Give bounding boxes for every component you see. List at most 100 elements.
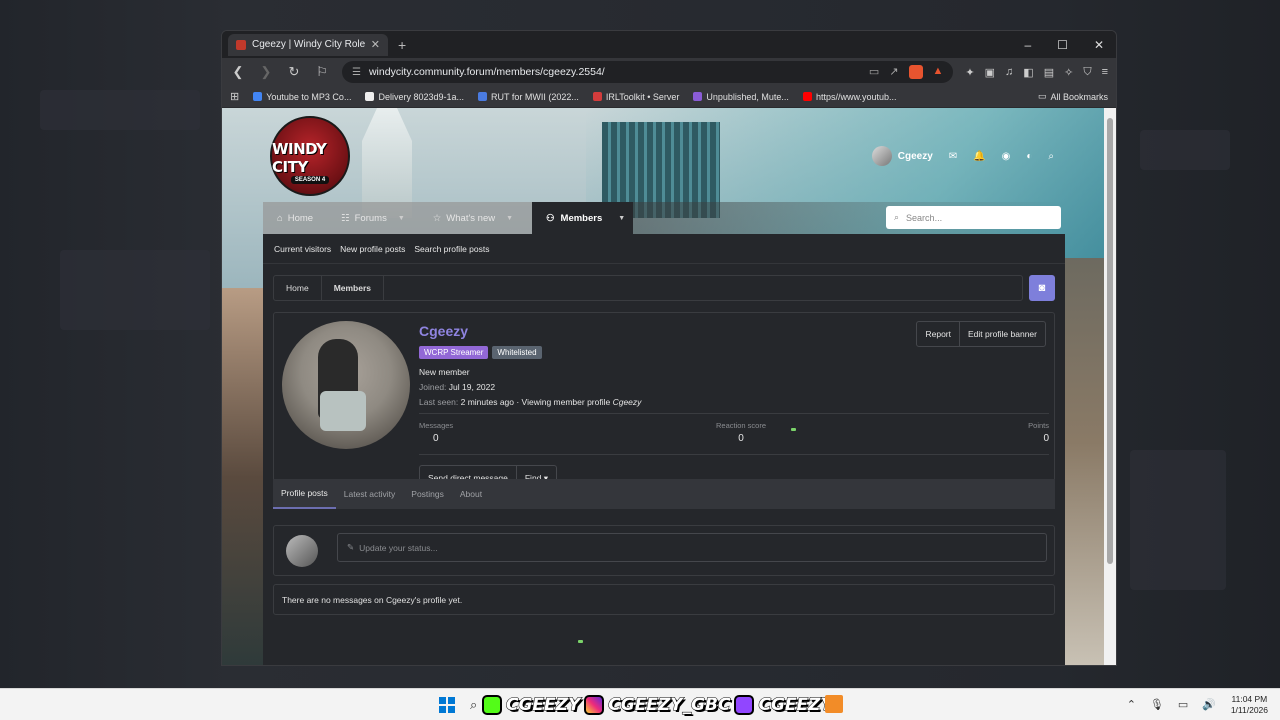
page-scrollbar[interactable] [1104, 108, 1116, 665]
taskbar-clock[interactable]: 11:04 PM 1/11/2026 [1231, 694, 1268, 716]
subnav-search-profile-posts[interactable]: Search profile posts [414, 244, 489, 254]
sidebar-icon[interactable]: ◧ [1023, 66, 1033, 79]
report-button[interactable]: Report [917, 322, 959, 346]
tab-title: Cgeezy | Windy City Roleplay [252, 39, 365, 50]
browser-tab[interactable]: Cgeezy | Windy City Roleplay ✕ [228, 33, 388, 56]
status-update-box: ✎ Update your status... [273, 525, 1055, 576]
maximize-icon[interactable]: ☐ [1057, 38, 1068, 52]
reload-icon[interactable]: ↻ [286, 64, 302, 80]
all-bookmarks-label: All Bookmarks [1050, 91, 1108, 102]
discord-button[interactable]: ◙ [1029, 275, 1055, 301]
site-logo[interactable]: WINDY CITY SEASON 4 [270, 116, 350, 196]
search-field[interactable]: ⌕ Search... [886, 206, 1061, 229]
bookmarks-bar: ⊞ Youtube to MP3 Co... Delivery 8023d9-1… [222, 86, 1116, 108]
screenshot-icon[interactable]: ▣ [985, 66, 995, 79]
search-icon[interactable]: ⌕ [1048, 151, 1054, 162]
instagram-handle: CGEEZY_GBC [608, 695, 731, 716]
taskbar-search-icon[interactable]: ⌕ [470, 697, 477, 713]
close-tab-icon[interactable]: ✕ [371, 38, 380, 51]
bookmark-item[interactable]: IRLToolkit • Server [592, 92, 679, 102]
menu-icon[interactable]: ≡ [1102, 66, 1108, 79]
bookmarks-icon[interactable]: ◉ [1002, 151, 1011, 162]
joined-value: Jul 19, 2022 [448, 382, 496, 392]
subnav-new-profile-posts[interactable]: New profile posts [340, 244, 405, 254]
nav-forums[interactable]: ☷ Forums ▼ [327, 202, 419, 234]
confetti-particle [578, 640, 583, 643]
brave-shield-icon[interactable] [908, 65, 923, 79]
status-placeholder: Update your status... [359, 542, 438, 553]
bookmark-item[interactable]: Youtube to MP3 Co... [253, 92, 351, 102]
search-placeholder: Search... [906, 212, 943, 223]
chevron-down-icon[interactable]: ▼ [506, 215, 513, 222]
chevron-down-icon[interactable]: ▼ [618, 215, 625, 222]
volume-icon[interactable]: 🔊 [1202, 698, 1216, 711]
stat-messages[interactable]: Messages 0 [419, 421, 453, 444]
user-icon: ⚇ [546, 212, 555, 224]
new-tab-icon[interactable]: + [398, 37, 406, 53]
apps-grid-icon[interactable]: ⊞ [230, 90, 239, 103]
all-bookmarks[interactable]: ▭ All Bookmarks [1038, 91, 1108, 102]
share-icon[interactable]: ↗ [889, 65, 898, 79]
chevron-down-icon[interactable]: ▼ [398, 215, 405, 222]
vpn-icon[interactable]: ⛉ [1083, 66, 1091, 79]
chevron-up-icon[interactable]: ⌃ [1127, 698, 1136, 711]
leo-icon[interactable]: ✧ [1064, 66, 1073, 79]
forward-icon[interactable]: ❯ [258, 64, 274, 80]
edit-banner-button[interactable]: Edit profile banner [959, 322, 1045, 346]
status-input[interactable]: ✎ Update your status... [337, 533, 1047, 562]
extensions-icon[interactable]: ✦ [965, 66, 974, 79]
bookmark-item[interactable]: RUT for MWII (2022... [478, 92, 579, 102]
nav-home[interactable]: ⌂ Home [263, 202, 327, 234]
windows-start-icon[interactable] [439, 697, 455, 713]
inbox-icon[interactable]: ✉ [949, 151, 957, 162]
stat-value: 0 [433, 433, 439, 444]
stat-points[interactable]: Points 0 [1028, 421, 1049, 444]
bookmark-favicon-icon [253, 92, 263, 101]
tab-latest-activity[interactable]: Latest activity [336, 479, 404, 509]
bookmark-item[interactable]: https//www.youtub... [802, 92, 896, 102]
stat-label: Points [1028, 421, 1049, 430]
nav-whats-new[interactable]: ☆ What's new ▼ [419, 202, 527, 234]
tab-profile-posts[interactable]: Profile posts [273, 479, 336, 509]
bookmark-favicon-icon [693, 92, 703, 101]
discord-icon: ◙ [1038, 282, 1046, 294]
music-icon[interactable]: ♫ [1005, 66, 1013, 79]
user-avatar[interactable] [871, 146, 892, 166]
subnav-current-visitors[interactable]: Current visitors [274, 244, 331, 254]
alerts-icon[interactable]: 🔔 [973, 151, 985, 162]
address-bar[interactable]: ☰ windycity.community.forum/members/cgee… [342, 61, 954, 83]
wallet-icon[interactable]: ▤ [1044, 66, 1054, 79]
breadcrumb-members[interactable]: Members [322, 276, 385, 300]
display-icon[interactable]: ▭ [1178, 698, 1188, 711]
site-info-icon[interactable]: ☰ [352, 67, 361, 78]
bookmark-item[interactable]: Delivery 8023d9-1a... [365, 92, 464, 102]
tab-postings[interactable]: Postings [403, 479, 452, 509]
style-toggle-icon[interactable]: ◐ [1026, 151, 1032, 162]
profile-avatar[interactable] [282, 321, 410, 449]
cast-icon[interactable]: ▭ [869, 65, 879, 79]
bookmark-label: RUT for MWII (2022... [491, 91, 579, 102]
microphone-icon[interactable]: 🎙 [1150, 698, 1164, 711]
stat-label: Messages [419, 421, 454, 430]
bookmark-item[interactable]: Unpublished, Mute... [693, 92, 789, 102]
bookmark-page-icon[interactable]: ⚐ [314, 64, 330, 80]
breadcrumb-home[interactable]: Home [274, 276, 322, 300]
nav-members[interactable]: ⚇ Members ▼ [532, 202, 633, 234]
scrollbar-thumb[interactable] [1107, 118, 1113, 564]
minimize-icon[interactable]: – [1024, 38, 1031, 52]
home-icon: ⌂ [277, 212, 283, 224]
close-window-icon[interactable]: ✕ [1094, 38, 1104, 52]
profile-name[interactable]: Cgeezy [419, 323, 468, 339]
stat-reaction-score: Reaction score 0 [716, 421, 766, 444]
avatar-figure-legs [320, 391, 366, 431]
back-icon[interactable]: ❮ [230, 64, 246, 80]
taskbar-app-icon[interactable] [825, 695, 843, 713]
tab-about[interactable]: About [452, 479, 490, 509]
username-link[interactable]: Cgeezy [898, 151, 933, 162]
nav-whats-new-label: What's new [446, 212, 496, 224]
tab-strip: Cgeezy | Windy City Roleplay ✕ + – ☐ ✕ [222, 31, 1116, 58]
rewards-icon[interactable]: ▲ [933, 65, 944, 79]
browser-window: Cgeezy | Windy City Roleplay ✕ + – ☐ ✕ ❮… [221, 30, 1117, 666]
nav-forums-label: Forums [354, 212, 387, 224]
joined-row: Joined: Jul 19, 2022 [419, 380, 641, 395]
